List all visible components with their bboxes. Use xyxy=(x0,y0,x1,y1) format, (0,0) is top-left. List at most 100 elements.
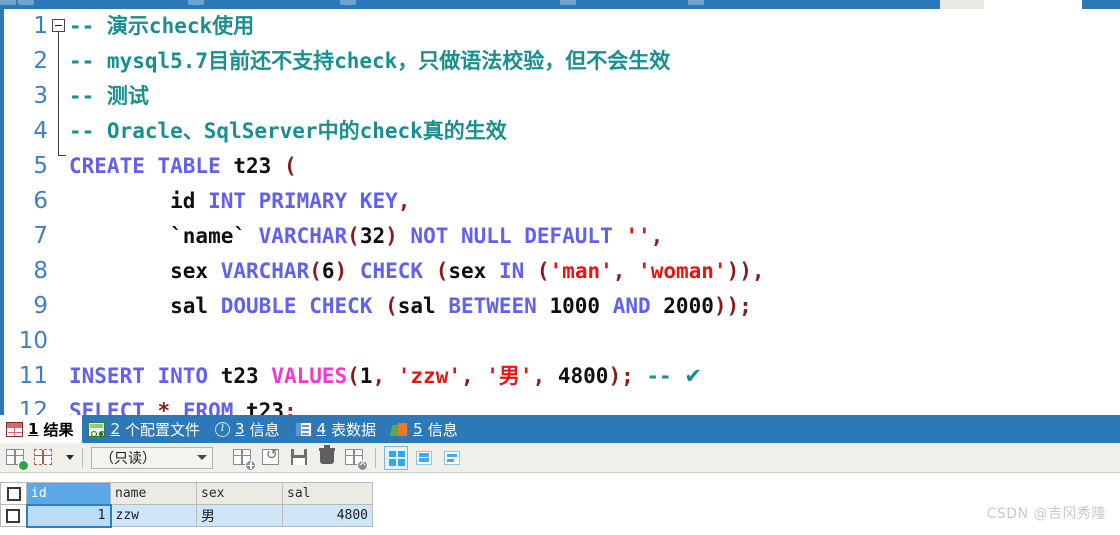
token-id: t23 xyxy=(246,399,284,415)
cell-sex[interactable]: 男 xyxy=(196,504,283,527)
result-tab-bar[interactable]: 1 结果 2 个配置文件 3 信息 4 表数据 5 信息 xyxy=(0,415,1120,443)
token-punct: )), xyxy=(726,259,765,283)
column-header-id[interactable]: id xyxy=(26,482,111,505)
grid-toolbar[interactable]: （只读） xyxy=(0,443,1120,473)
toolbar-notch xyxy=(188,0,204,5)
grid-icon xyxy=(6,421,23,437)
cell-id[interactable]: 1 xyxy=(25,503,112,528)
select-all-checkbox[interactable] xyxy=(6,486,21,501)
table-data-icon xyxy=(294,421,312,437)
token-punct: ) xyxy=(385,224,398,248)
code-line[interactable]: 1 -- 演示check使用 xyxy=(4,9,1120,44)
token-comment: -- 演示check使用 xyxy=(69,14,255,38)
tab-label: 表数据 xyxy=(331,420,377,439)
code-line[interactable]: 2 -- mysql5.7目前还不支持check，只做语法校验，但不会生效 xyxy=(4,44,1120,79)
column-header-sal[interactable]: sal xyxy=(282,482,373,505)
code-line[interactable]: 9 sal DOUBLE CHECK (sal BETWEEN 1000 AND… xyxy=(4,289,1120,324)
line-number: 7 xyxy=(33,223,48,249)
code-line[interactable]: 5 CREATE TABLE t23 ( xyxy=(4,149,1120,184)
token-punct: ( xyxy=(347,364,360,388)
tab-status-info[interactable]: 5 信息 xyxy=(385,415,467,443)
line-number: 10 xyxy=(18,328,48,354)
toolbar-gap xyxy=(940,0,984,9)
row-select-cell[interactable] xyxy=(0,504,27,527)
token-kw: AND xyxy=(600,294,664,318)
token-str: 'man' xyxy=(549,259,613,283)
tab-number: 2 xyxy=(110,420,120,438)
token-punct: ( xyxy=(309,259,322,283)
record-options-dropdown[interactable] xyxy=(60,446,74,470)
token-num: 4800 xyxy=(557,364,609,388)
column-header-sex[interactable]: sex xyxy=(196,482,283,505)
tab-info[interactable]: 3 信息 xyxy=(209,415,289,443)
result-grid[interactable]: id name sex sal 1 zzw 男 4800 xyxy=(0,482,1120,535)
table-header-row: id name sex sal xyxy=(0,482,373,505)
code-line[interactable]: 6 id INT PRIMARY KEY, xyxy=(4,184,1120,219)
tab-profiles[interactable]: 2 个配置文件 xyxy=(82,415,209,443)
grid-mode-value: （只读） xyxy=(100,450,156,467)
token-punct: ( xyxy=(385,294,398,318)
code-line[interactable]: 3 -- 测试 xyxy=(4,79,1120,114)
toolbar-notch xyxy=(0,0,16,5)
token-str: 'woman' xyxy=(638,259,727,283)
table-row[interactable]: 1 zzw 男 4800 xyxy=(0,503,373,528)
code-line[interactable]: 11 INSERT INTO t23 VALUES(1, 'zzw', '男', … xyxy=(4,359,1120,394)
cell-name[interactable]: zzw xyxy=(110,504,197,527)
token-punct: , xyxy=(397,189,411,213)
token-comment: -- xyxy=(646,364,685,388)
code-text: -- mysql5.7目前还不支持check，只做语法校验，但不会生效 xyxy=(69,49,670,73)
grid-mode-select[interactable]: （只读） xyxy=(91,446,213,469)
column-header-name[interactable]: name xyxy=(110,482,197,505)
code-text: -- 演示check使用 xyxy=(69,14,254,38)
code-line[interactable]: 4 -- Oracle、SqlServer中的check真的生效 xyxy=(4,114,1120,149)
toolbar-gap xyxy=(984,0,1082,9)
line-number: 12 xyxy=(18,398,48,415)
code-line[interactable]: 8 sex VARCHAR(6) CHECK (sex IN ('man', '… xyxy=(4,254,1120,289)
token-kw: FROM xyxy=(182,399,247,415)
token-punct: ) xyxy=(334,259,360,283)
form-view-button[interactable] xyxy=(412,446,436,470)
refresh-button[interactable] xyxy=(231,446,256,471)
token-str: 'zzw' xyxy=(397,364,461,388)
token-num: 1000 xyxy=(549,294,601,318)
code-text: INSERT INTO t23 VALUES(1, 'zzw', '男', 48… xyxy=(69,364,702,388)
trash-icon xyxy=(319,444,335,464)
token-check: ✔ xyxy=(684,364,702,388)
list-view-button[interactable] xyxy=(440,446,464,470)
list-view-icon xyxy=(444,450,460,465)
code-line[interactable]: 7 `name` VARCHAR(32) NOT NULL DEFAULT ''… xyxy=(4,219,1120,254)
tab-number: 4 xyxy=(316,420,327,438)
tab-table-data[interactable]: 4 表数据 xyxy=(289,415,386,443)
token-kw: SELECT xyxy=(69,399,158,415)
delete-record-button[interactable] xyxy=(32,446,56,470)
token-punct: ( xyxy=(536,259,550,283)
trash-button[interactable] xyxy=(315,444,339,470)
select-all-cell[interactable] xyxy=(0,482,27,505)
add-record-button[interactable] xyxy=(4,446,29,471)
export-button[interactable] xyxy=(259,446,283,470)
row-checkbox[interactable] xyxy=(6,508,21,523)
watermark: CSDN @吉冈秀隆 xyxy=(986,506,1106,522)
cancel-button[interactable] xyxy=(343,446,368,471)
token-kw: BETWEEN xyxy=(448,294,550,318)
floppy-icon xyxy=(291,448,307,465)
tab-result[interactable]: 1 结果 xyxy=(0,415,83,443)
code-line[interactable]: 10 xyxy=(4,324,1120,359)
line-number: 9 xyxy=(33,293,48,319)
code-line[interactable]: 12 SELECT * FROM t23; xyxy=(4,394,1120,415)
token-id: t23 xyxy=(233,154,284,178)
token-id: t23 xyxy=(220,364,272,388)
token-punct: , xyxy=(532,364,558,388)
chevron-down-icon xyxy=(66,454,74,460)
token-punct: ( xyxy=(283,154,297,178)
token-kw: NOT NULL DEFAULT xyxy=(397,224,626,248)
sql-editor[interactable]: 1 -- 演示check使用 2 -- mysql5.7目前还不支持check，只做语… xyxy=(0,9,1120,415)
cell-sal[interactable]: 4800 xyxy=(282,504,373,527)
toolbar-notch xyxy=(560,0,576,5)
tab-label: 信息 xyxy=(249,420,280,439)
token-kw: CREATE TABLE xyxy=(69,154,234,178)
save-button[interactable] xyxy=(287,446,311,470)
grid-view-button[interactable] xyxy=(384,445,408,470)
token-num: 2000 xyxy=(663,294,714,318)
line-number: 3 xyxy=(33,83,48,109)
